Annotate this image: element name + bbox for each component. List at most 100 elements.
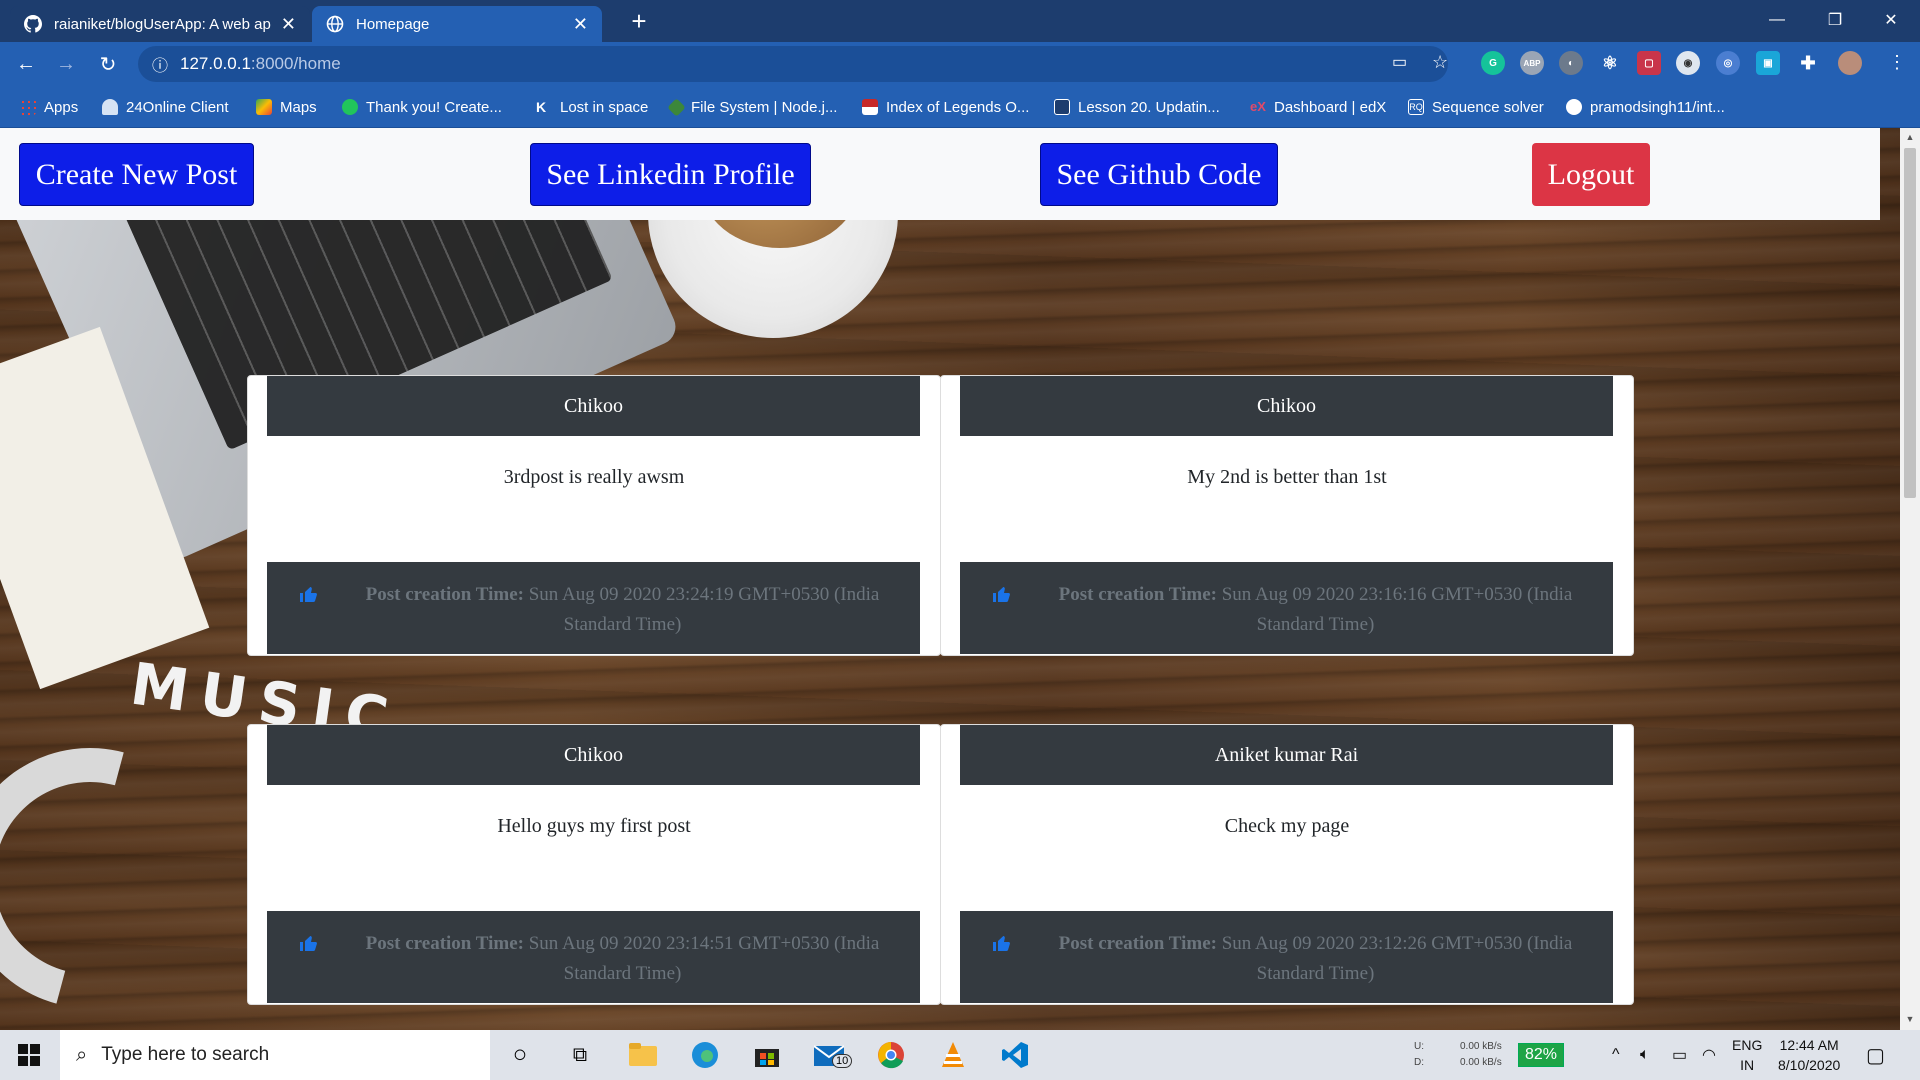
new-tab-plus-icon[interactable]: + (624, 6, 654, 36)
thumbs-up-icon[interactable] (992, 933, 1012, 953)
close-icon[interactable]: ✕ (573, 14, 588, 35)
post-time-value: Sun Aug 09 2020 23:24:19 GMT+0530 (India… (528, 584, 880, 635)
apps-grid-icon (20, 99, 36, 115)
grammarly-icon[interactable]: G (1481, 51, 1505, 75)
bookmarks-bar: Apps 24Online Client Maps Thank you! Cre… (0, 86, 1920, 128)
bookmark-lesson-20[interactable]: Lesson 20. Updatin... (1054, 94, 1220, 120)
battery-percent-widget[interactable]: 82% (1518, 1030, 1565, 1080)
extension-gray-icon[interactable]: ◉ (1676, 51, 1700, 75)
net-speed-labels: U: D: (1414, 1030, 1424, 1080)
sequence-solver-icon: RQ (1408, 99, 1424, 115)
bookmark-label: Dashboard | edX (1274, 98, 1387, 116)
forward-arrow-icon[interactable]: → (52, 50, 80, 78)
notifications-icon[interactable]: ▢ (1866, 1030, 1885, 1080)
extension-screen-icon[interactable]: ▣ (1756, 51, 1780, 75)
file-explorer-icon[interactable] (626, 1038, 660, 1072)
headphones-background-image (0, 700, 268, 1030)
bookmark-thank-you[interactable]: Thank you! Create... (342, 94, 502, 120)
see-linkedin-profile-button[interactable]: See Linkedin Profile (530, 143, 811, 206)
top-navbar: Create New Post See Linkedin Profile See… (0, 128, 1880, 220)
bookmark-star-icon[interactable]: ☆ (1432, 52, 1448, 73)
bookmark-file-system-node[interactable]: File System | Node.j... (667, 94, 838, 120)
scroll-up-arrow-icon[interactable]: ▲ (1904, 132, 1916, 144)
extension-circle-icon[interactable]: ◐ (1559, 51, 1583, 75)
bookmark-lost-in-space[interactable]: K Lost in space (536, 94, 648, 120)
scroll-down-arrow-icon[interactable]: ▼ (1904, 1014, 1916, 1026)
post-time-label: Post creation Time: (365, 584, 524, 605)
mail-icon[interactable]: 10 (812, 1038, 853, 1072)
bookmark-index-of-legends[interactable]: Index of Legends O... (862, 94, 1029, 120)
task-view-icon[interactable]: ⧉ (563, 1038, 597, 1072)
chrome-menu-icon[interactable]: ⋮ (1888, 52, 1906, 73)
bookmark-label: 24Online Client (126, 98, 229, 116)
edx-icon: eX (1250, 99, 1266, 114)
post-time-value: Sun Aug 09 2020 23:16:16 GMT+0530 (India… (1221, 584, 1573, 635)
windows-start-button[interactable] (0, 1030, 58, 1080)
net-speed-values: 0.00 kB/s 0.00 kB/s (1460, 1030, 1502, 1080)
search-icon: ⌕ (76, 1043, 88, 1066)
restore-icon[interactable]: ❐ (1806, 0, 1864, 40)
extensions-puzzle-icon[interactable]: ✚ (1796, 51, 1820, 75)
scrollbar-thumb[interactable] (1904, 148, 1916, 498)
window-close-icon[interactable]: ✕ (1862, 0, 1920, 40)
back-arrow-icon[interactable]: ← (12, 50, 40, 78)
bookmark-label: Lost in space (560, 98, 649, 116)
bookmark-24online[interactable]: 24Online Client (102, 94, 229, 120)
post-time-label: Post creation Time: (1058, 933, 1217, 954)
vlc-icon[interactable] (936, 1038, 970, 1072)
post-time-label: Post creation Time: (1058, 584, 1217, 605)
adblock-icon[interactable]: ABP (1520, 51, 1544, 75)
cast-icon[interactable]: ▭ (1392, 52, 1407, 72)
profile-avatar[interactable] (1838, 51, 1862, 75)
reload-icon[interactable]: ↻ (94, 50, 122, 78)
store-icon[interactable] (750, 1038, 784, 1072)
browser-tab-bar: raianiket/blogUserApp: A web ap ✕ Homepa… (0, 0, 1920, 42)
taskbar-clock[interactable]: 12:44 AM 8/10/2020 (1778, 1030, 1840, 1080)
wifi-icon[interactable]: ◠ (1702, 1030, 1716, 1080)
region-code: IN (1740, 1057, 1755, 1073)
bookmark-pramodsingh[interactable]: pramodsingh11/int... (1566, 94, 1725, 120)
bookmark-sequence-solver[interactable]: RQ Sequence solver (1408, 94, 1544, 120)
github-icon (24, 15, 42, 33)
react-devtools-icon[interactable]: ⚛ (1598, 51, 1622, 75)
post-card: Chikoo Hello guys my first post Post cre… (247, 724, 941, 1005)
chrome-icon[interactable] (874, 1038, 908, 1072)
vscode-icon[interactable] (998, 1038, 1032, 1072)
address-bar[interactable]: ⓘ 127.0.0.1:8000/home (138, 46, 1448, 82)
post-card: Aniket kumar Rai Check my page Post crea… (940, 724, 1634, 1005)
bookmark-apps[interactable]: Apps (20, 94, 78, 120)
extension-blue-icon[interactable]: ◎ (1716, 51, 1740, 75)
thumbs-up-icon[interactable] (299, 584, 319, 604)
volume-icon[interactable]: 🔈︎ (1640, 1030, 1650, 1080)
clock-time: 12:44 AM (1779, 1037, 1839, 1053)
post-card: Chikoo 3rdpost is really awsm Post creat… (247, 375, 941, 656)
see-github-code-button[interactable]: See Github Code (1040, 143, 1278, 206)
extension-red-icon[interactable]: ▢ (1637, 51, 1661, 75)
site-info-icon[interactable]: ⓘ (152, 52, 168, 76)
create-new-post-button[interactable]: Create New Post (19, 143, 254, 206)
close-icon[interactable]: ✕ (281, 14, 296, 35)
globe-icon (326, 15, 344, 33)
thumbs-up-icon[interactable] (992, 584, 1012, 604)
bookmark-label: Maps (280, 98, 317, 116)
k-logo-icon: K (536, 99, 547, 115)
show-hidden-icons-chevron-icon[interactable]: ^ (1612, 1030, 1620, 1080)
bookmark-label: File System | Node.j... (691, 98, 838, 116)
taskbar-search-box[interactable]: ⌕ Type here to search (60, 1030, 490, 1080)
thumbs-up-icon[interactable] (299, 933, 319, 953)
post-card: Chikoo My 2nd is better than 1st Post cr… (940, 375, 1634, 656)
bookmark-edx[interactable]: eX Dashboard | edX (1250, 94, 1386, 120)
battery-icon[interactable]: ▭ (1672, 1030, 1687, 1080)
post-author: Chikoo (267, 376, 920, 436)
input-language-indicator[interactable]: ENG IN (1732, 1030, 1762, 1080)
windows-taskbar: ⌕ Type here to search ○ ⧉ 10 U: D: 0.00 … (0, 1030, 1920, 1080)
post-footer: Post creation Time: Sun Aug 09 2020 23:1… (960, 562, 1613, 654)
bookmark-maps[interactable]: Maps (256, 94, 317, 120)
minimize-icon[interactable]: — (1748, 0, 1806, 40)
tab-github-repo[interactable]: raianiket/blogUserApp: A web ap ✕ (10, 6, 310, 42)
logout-button[interactable]: Logout (1532, 143, 1650, 206)
post-content: 3rdpost is really awsm (503, 466, 685, 488)
cortana-circle-icon[interactable]: ○ (503, 1038, 537, 1072)
tab-homepage[interactable]: Homepage ✕ (312, 6, 602, 42)
edge-browser-icon[interactable] (688, 1038, 722, 1072)
